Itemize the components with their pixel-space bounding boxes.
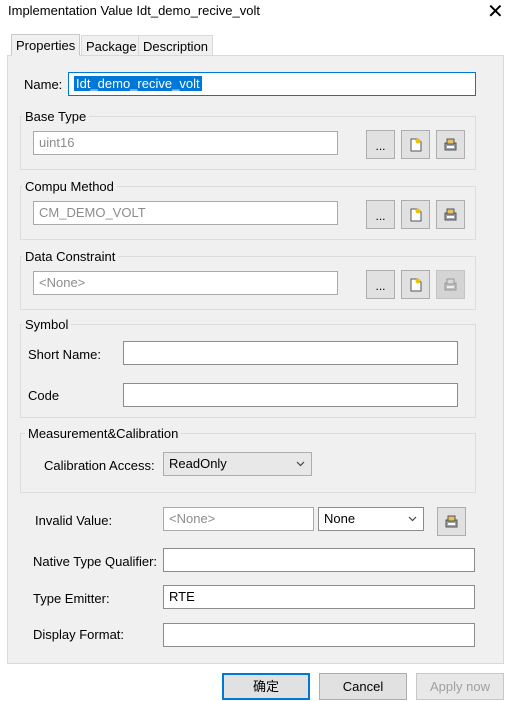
apply-now-button: Apply now — [416, 673, 504, 700]
properties-icon — [444, 138, 457, 151]
calibration-access-select[interactable]: ReadOnly — [163, 452, 312, 476]
native-type-qualifier-field[interactable] — [163, 548, 475, 572]
short-name-label: Short Name: — [28, 347, 101, 362]
new-document-icon — [410, 138, 421, 152]
chevron-down-icon — [408, 516, 417, 522]
invalid-value-select-value: None — [324, 511, 356, 526]
tab-description[interactable]: Description — [138, 35, 214, 57]
browse-icon: ... — [375, 278, 386, 293]
display-format-label: Display Format: — [33, 627, 125, 642]
invalid-value-field: <None> — [163, 507, 314, 531]
calibration-access-label: Calibration Access: — [44, 458, 155, 473]
data-constraint-edit-button — [436, 270, 465, 299]
browse-icon: ... — [375, 138, 386, 153]
display-format-field[interactable] — [163, 623, 475, 647]
window-title: Implementation Value Idt_demo_recive_vol… — [8, 3, 260, 18]
new-document-icon — [410, 278, 421, 292]
data-constraint-field: <None> — [33, 271, 338, 295]
properties-icon — [444, 278, 457, 291]
invalid-value-select[interactable]: None — [318, 507, 424, 531]
data-constraint-title: Data Constraint — [22, 249, 119, 265]
calibration-access-value: ReadOnly — [169, 456, 227, 471]
base-type-field: uint16 — [33, 131, 338, 155]
chevron-down-icon — [296, 461, 305, 467]
base-type-edit-button[interactable] — [436, 130, 465, 159]
compu-method-new-button[interactable] — [401, 200, 430, 229]
short-name-field[interactable] — [123, 341, 458, 365]
base-type-title: Base Type — [22, 109, 90, 125]
code-field[interactable] — [123, 383, 458, 407]
name-label: Name: — [24, 77, 63, 92]
data-constraint-new-button[interactable] — [401, 270, 430, 299]
symbol-title: Symbol — [22, 317, 72, 333]
properties-icon — [445, 515, 458, 528]
base-type-new-button[interactable] — [401, 130, 430, 159]
compu-method-title: Compu Method — [22, 179, 117, 195]
invalid-value-label: Invalid Value: — [35, 513, 113, 528]
tab-package[interactable]: Package — [81, 35, 142, 57]
tab-properties[interactable]: Properties — [11, 34, 81, 56]
name-field[interactable]: Idt_demo_recive_volt — [68, 72, 476, 96]
type-emitter-field[interactable]: RTE — [163, 585, 475, 609]
invalid-value-edit-button[interactable] — [437, 507, 466, 536]
base-type-browse-button[interactable]: ... — [366, 130, 395, 159]
code-label: Code — [28, 388, 60, 403]
cancel-button[interactable]: Cancel — [319, 673, 407, 700]
compu-method-field: CM_DEMO_VOLT — [33, 201, 338, 225]
type-emitter-label: Type Emitter: — [33, 591, 110, 606]
compu-method-edit-button[interactable] — [436, 200, 465, 229]
browse-icon: ... — [375, 208, 386, 223]
compu-method-browse-button[interactable]: ... — [366, 200, 395, 229]
name-value: Idt_demo_recive_volt — [74, 76, 202, 91]
measurement-title: Measurement&Calibration — [25, 426, 182, 442]
properties-icon — [444, 208, 457, 221]
ok-button[interactable]: 确定 — [222, 673, 310, 700]
new-document-icon — [410, 208, 421, 222]
data-constraint-browse-button[interactable]: ... — [366, 270, 395, 299]
close-icon[interactable]: ✕ — [487, 0, 504, 24]
native-type-qualifier-label: Native Type Qualifier: — [33, 554, 158, 569]
